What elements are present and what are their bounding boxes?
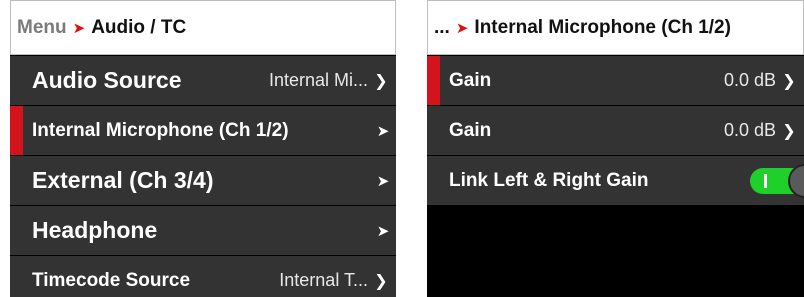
menu-item-label: External (Ch 3/4): [32, 167, 214, 193]
breadcrumb: ... ➤ Internal Microphone (Ch 1/2): [427, 0, 804, 55]
gain-value: 0.0 dB: [723, 120, 776, 140]
chevron-down-icon: ❯: [374, 72, 388, 90]
arrow-right-icon: ➤: [376, 222, 390, 240]
menu-item-external[interactable]: External (Ch 3/4) ➤: [10, 156, 396, 205]
audio-tc-menu-panel: Menu ➤ Audio / TC Audio Source Internal …: [10, 0, 396, 297]
setting-label: Link Left & Right Gain: [449, 169, 649, 191]
menu-item-label: Timecode Source: [32, 269, 191, 291]
menu-item-label: Headphone: [32, 217, 158, 243]
breadcrumb-current: Audio / TC: [91, 16, 187, 38]
setting-label: Gain: [449, 119, 492, 141]
internal-microphone-panel: ... ➤ Internal Microphone (Ch 1/2) Gain …: [427, 0, 804, 297]
menu-item-internal-microphone[interactable]: Internal Microphone (Ch 1/2) ➤: [10, 106, 396, 155]
menu-item-label: Audio Source: [32, 67, 182, 93]
chevron-down-icon: ❯: [782, 72, 796, 90]
breadcrumb-arrow-icon: ➤: [455, 19, 469, 37]
chevron-down-icon: ❯: [374, 272, 388, 290]
menu-item-value: Internal T...: [279, 270, 368, 290]
breadcrumb-arrow-icon: ➤: [72, 19, 86, 37]
menu-item-audio-source[interactable]: Audio Source Internal Mi... ❯: [10, 56, 396, 105]
setting-link-gain[interactable]: Link Left & Right Gain: [427, 156, 804, 205]
gain-value: 0.0 dB: [723, 70, 776, 90]
menu-item-label: Internal Microphone (Ch 1/2): [32, 119, 289, 141]
link-gain-toggle[interactable]: [750, 163, 804, 198]
toggle-knob[interactable]: [788, 163, 804, 198]
menu-item-headphone[interactable]: Headphone ➤: [10, 206, 396, 255]
breadcrumb-current: Internal Microphone (Ch 1/2): [474, 16, 731, 38]
setting-gain-left[interactable]: Gain 0.0 dB ❯: [427, 56, 804, 105]
setting-label: Gain: [449, 69, 492, 91]
toggle-on-indicator: [764, 173, 767, 188]
arrow-right-icon: ➤: [376, 122, 390, 140]
breadcrumb-root[interactable]: Menu: [17, 17, 67, 39]
menu-item-value: Internal Mi...: [268, 70, 368, 90]
setting-gain-right[interactable]: Gain 0.0 dB ❯: [427, 106, 804, 155]
breadcrumb-back[interactable]: ...: [434, 17, 450, 39]
chevron-down-icon: ❯: [782, 122, 796, 140]
menu-item-timecode-source[interactable]: Timecode Source Internal T... ❯: [10, 256, 396, 297]
arrow-right-icon: ➤: [376, 172, 390, 190]
breadcrumb: Menu ➤ Audio / TC: [10, 0, 396, 55]
